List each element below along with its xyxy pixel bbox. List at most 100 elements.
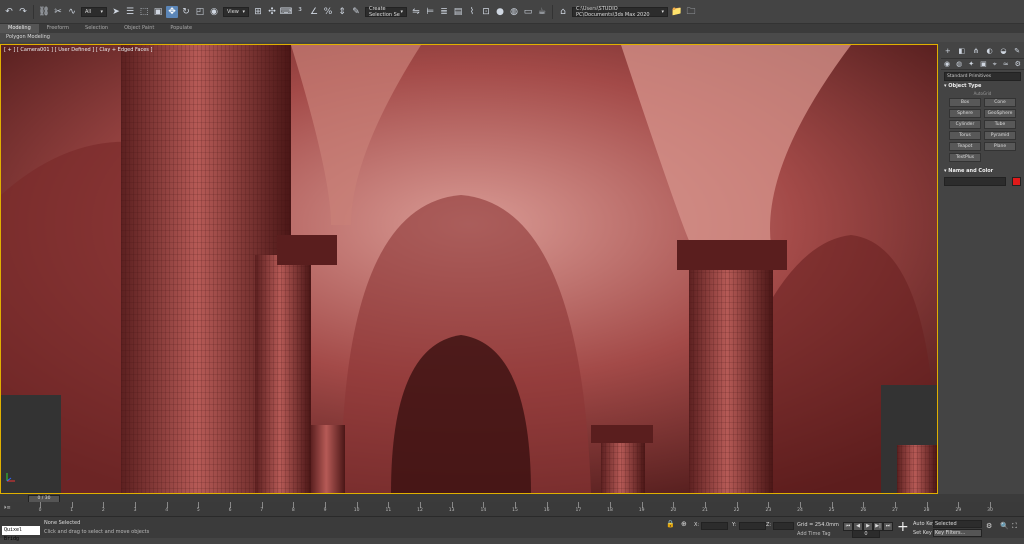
go-to-end-icon[interactable]: ⏭ <box>883 522 893 531</box>
named-selection-icon[interactable]: ✎ <box>350 6 362 18</box>
align-icon[interactable]: ⊨ <box>424 6 436 18</box>
layer-explorer-icon[interactable]: ≣ <box>438 6 450 18</box>
curve-editor-icon[interactable]: ⌇ <box>466 6 478 18</box>
render-production-icon[interactable]: ☕ <box>536 6 548 18</box>
time-configuration-icon[interactable]: ⚙ <box>986 522 992 530</box>
reference-coordinate-value: View <box>227 8 239 15</box>
z-coordinate-field[interactable] <box>773 522 794 530</box>
track-bar-toggle-icon[interactable]: ⏵≡ <box>4 505 11 511</box>
cylinder-button[interactable]: Cylinder <box>949 120 981 129</box>
select-and-place-icon[interactable]: ◉ <box>208 6 220 18</box>
x-coordinate-field[interactable] <box>701 522 728 530</box>
cameras-icon[interactable]: ▣ <box>980 60 987 68</box>
helpers-icon[interactable]: ⌖ <box>993 60 997 69</box>
set-key-mode-button[interactable]: Set Key <box>913 530 932 536</box>
material-editor-icon[interactable]: ● <box>494 6 506 18</box>
tab-modeling[interactable]: Modeling <box>0 24 39 33</box>
tab-selection[interactable]: Selection <box>77 24 116 33</box>
reference-coordinate-dropdown[interactable]: View ▾ <box>223 6 249 17</box>
systems-icon[interactable]: ⚙ <box>1015 60 1021 68</box>
y-coordinate-field[interactable] <box>739 522 766 530</box>
schematic-view-icon[interactable]: ⊡ <box>480 6 492 18</box>
select-and-rotate-icon[interactable]: ↻ <box>180 6 192 18</box>
chevron-down-icon: ▾ <box>100 8 103 15</box>
primitive-category-dropdown[interactable]: Standard Primitives <box>944 72 1021 81</box>
hierarchy-tab-icon[interactable]: ⋔ <box>973 47 979 55</box>
utilities-tab-icon[interactable]: ✎ <box>1014 47 1020 55</box>
ribbon-panel-label[interactable]: Polygon Modeling <box>0 33 1024 42</box>
rendered-frame-window-icon[interactable]: ▭ <box>522 6 534 18</box>
snaps-toggle-icon[interactable]: ³ <box>294 6 306 18</box>
project-folder-icon[interactable]: 📁 <box>671 6 683 18</box>
key-mode-dropdown[interactable]: Selected <box>933 520 982 528</box>
key-filters-button[interactable]: Key Filters... <box>933 529 982 537</box>
absolute-mode-icon[interactable]: ⊕ <box>681 520 687 528</box>
geometry-icon[interactable]: ◉ <box>944 60 950 68</box>
keyboard-shortcut-icon[interactable]: ⌨ <box>280 6 293 18</box>
select-object-icon[interactable]: ➤ <box>110 6 122 18</box>
rectangular-selection-icon[interactable]: ⬚ <box>138 6 150 18</box>
set-key-big-icon[interactable]: + <box>897 519 909 535</box>
lock-selection-icon[interactable]: 🔒 <box>666 520 675 528</box>
unlink-icon[interactable]: ✂ <box>52 6 64 18</box>
modify-tab-icon[interactable]: ◧ <box>959 47 966 55</box>
percent-snap-icon[interactable]: % <box>322 6 334 18</box>
object-type-rollout[interactable]: ▾ Object Type <box>944 83 1021 89</box>
plane-button[interactable]: Plane <box>984 142 1016 151</box>
project-path-field[interactable]: C:\Users\STUDIO PC\Documents\3ds Max 202… <box>572 6 668 18</box>
cone-button[interactable]: Cone <box>984 98 1016 107</box>
camera-viewport[interactable]: [ + ] [ Camera001 ] [ User Defined ] [ C… <box>0 44 938 494</box>
object-name-field[interactable] <box>944 177 1006 186</box>
tab-freeform[interactable]: Freeform <box>39 24 77 33</box>
shapes-icon[interactable]: ◍ <box>956 60 962 68</box>
timeline-tick-label: 29 <box>955 508 962 513</box>
link-icon[interactable]: ⛓ <box>38 6 50 18</box>
viewport-label[interactable]: [ + ] [ Camera001 ] [ User Defined ] [ C… <box>4 47 152 53</box>
toolbar-separator <box>552 4 553 19</box>
select-and-move-icon[interactable]: ✥ <box>166 5 178 18</box>
motion-tab-icon[interactable]: ◐ <box>987 47 993 55</box>
select-by-name-icon[interactable]: ☰ <box>124 6 136 18</box>
add-time-tag[interactable]: Add Time Tag <box>797 531 831 537</box>
object-type-buttons: Box Cone Sphere GeoSphere Cylinder Tube … <box>949 98 1016 162</box>
zoom-icon[interactable]: 🔍 <box>1000 522 1009 530</box>
pyramid-button[interactable]: Pyramid <box>984 131 1016 140</box>
geosphere-button[interactable]: GeoSphere <box>984 109 1016 118</box>
timeline-tick-label: 3 <box>133 508 137 513</box>
redo-icon[interactable]: ↷ <box>17 6 29 18</box>
create-tab-icon[interactable]: + <box>945 47 951 55</box>
sphere-button[interactable]: Sphere <box>949 109 981 118</box>
mirror-icon[interactable]: ⇋ <box>410 6 422 18</box>
pivot-center-icon[interactable]: ⊞ <box>252 6 264 18</box>
name-and-color-rollout[interactable]: ▾ Name and Color <box>944 168 1021 174</box>
maxscript-listener[interactable]: Quixel Bridg <box>2 526 40 542</box>
tab-populate[interactable]: Populate <box>162 24 200 33</box>
window-crossing-icon[interactable]: ▣ <box>152 6 164 18</box>
tab-object-paint[interactable]: Object Paint <box>116 24 162 33</box>
undo-icon[interactable]: ↶ <box>3 6 15 18</box>
track-bar[interactable]: ⏵≡ 0 1 2 3 4 5 6 7 8 9 10 11 12 13 14 15 16 17 18 19 20 21 22 2… <box>0 502 1024 516</box>
angle-snap-icon[interactable]: ∠ <box>308 6 320 18</box>
select-and-scale-icon[interactable]: ◰ <box>194 6 206 18</box>
maximize-viewport-icon[interactable]: ⛶ <box>1012 522 1017 531</box>
display-tab-icon[interactable]: ◒ <box>1000 47 1006 55</box>
bind-spacewarp-icon[interactable]: ∿ <box>66 6 78 18</box>
render-setup-icon[interactable]: ◍ <box>508 6 520 18</box>
textplus-button[interactable]: TextPlus <box>949 153 981 162</box>
spacewarps-icon[interactable]: ≈ <box>1003 60 1009 68</box>
tube-button[interactable]: Tube <box>984 120 1016 129</box>
workspaces-icon[interactable]: ⌂ <box>557 6 569 18</box>
lights-icon[interactable]: ✦ <box>968 60 974 68</box>
project-settings-icon[interactable]: 🗀 <box>685 6 697 18</box>
select-manipulate-icon[interactable]: ✣ <box>266 6 278 18</box>
selection-filter-dropdown[interactable]: All ▾ <box>81 6 107 17</box>
box-button[interactable]: Box <box>949 98 981 107</box>
auto-key-button[interactable]: Auto Key <box>913 521 935 527</box>
spinner-snap-icon[interactable]: ⇕ <box>336 6 348 18</box>
object-color-swatch[interactable] <box>1012 177 1021 186</box>
toggle-ribbon-icon[interactable]: ▤ <box>452 6 464 18</box>
teapot-button[interactable]: Teapot <box>949 142 981 151</box>
torus-button[interactable]: Torus <box>949 131 981 140</box>
autogrid-checkbox[interactable]: AutoGrid <box>941 91 1024 96</box>
named-selection-set-dropdown[interactable]: Create Selection Se ▾ <box>365 6 407 18</box>
